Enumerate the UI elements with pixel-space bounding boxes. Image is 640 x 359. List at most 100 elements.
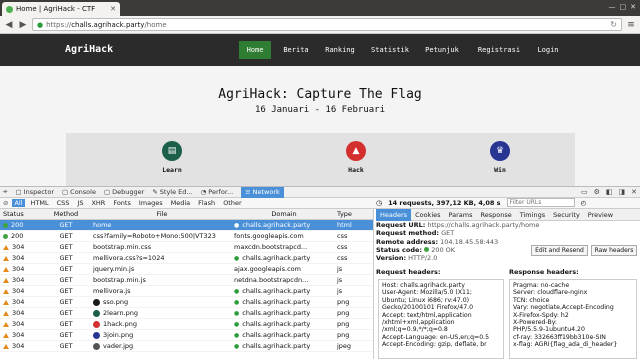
site-logo[interactable]: AgriHack xyxy=(65,44,113,55)
close-tab-icon[interactable]: ✕ xyxy=(110,5,116,13)
column-type[interactable]: Type xyxy=(334,210,372,218)
settings-icon[interactable]: ⚙ xyxy=(594,188,600,196)
status-cached-icon xyxy=(3,266,9,272)
minimize-icon[interactable]: — xyxy=(609,3,616,11)
status-value: 304 xyxy=(12,243,25,251)
clear-icon[interactable]: ⊘ xyxy=(3,199,8,207)
table-row[interactable]: 304 GET bootstrap.min.js netdna.bootstrapcd… xyxy=(0,275,373,286)
table-row[interactable]: 304 GET vader.jpg ● challs.agrihack.party jpe… xyxy=(0,341,373,352)
tab-style-editor[interactable]: ✎ Style Ed... xyxy=(152,188,192,196)
table-row[interactable]: 304 GET 3join.png ● challs.agrihack.party png xyxy=(0,330,373,341)
forward-icon[interactable]: ▶ xyxy=(18,20,28,30)
filter-css[interactable]: CSS xyxy=(55,199,72,207)
pick-element-icon[interactable]: ⌖ xyxy=(3,187,8,197)
filter-images[interactable]: Images xyxy=(137,199,165,207)
hamburger-menu-icon[interactable]: ≡ xyxy=(626,20,636,30)
status-cached-icon xyxy=(3,277,9,283)
maximize-icon[interactable]: □ xyxy=(620,3,627,11)
lock-icon: ● xyxy=(37,20,44,29)
column-domain[interactable]: Domain xyxy=(231,210,334,218)
status-cached-icon xyxy=(3,288,9,294)
dock-icon[interactable]: ◧ xyxy=(606,188,613,196)
status-value: 304 xyxy=(12,254,25,262)
table-row[interactable]: 304 GET bootstrap.min.css maxcdn.bootstrapc… xyxy=(0,242,373,253)
url-prefix: https:// xyxy=(46,20,72,29)
nav-statistik[interactable]: Statistik xyxy=(368,41,412,59)
nav-ranking[interactable]: Ranking xyxy=(321,41,359,59)
tab-performance[interactable]: ◔ Perfor... xyxy=(201,188,234,196)
domain-value: maxcdn.bootstrapcd... xyxy=(234,243,308,251)
feature-hack[interactable]: ▲ Hack xyxy=(336,141,376,174)
tab-security[interactable]: Security xyxy=(549,209,584,221)
stopwatch-icon[interactable]: ◴ xyxy=(581,199,587,207)
feature-learn[interactable]: ▤ Learn xyxy=(152,141,192,174)
table-row[interactable]: 304 GET mellivora.css?s=1024 ● challs.agriha… xyxy=(0,253,373,264)
domain-value: challs.agrihack.party xyxy=(242,221,311,229)
close-window-icon[interactable]: ✕ xyxy=(630,3,636,11)
browser-tab[interactable]: Home | AgriHack - CTF ✕ xyxy=(2,2,120,16)
tab-debugger[interactable]: ▢ Debugger xyxy=(104,188,144,196)
filter-all[interactable]: All xyxy=(12,199,25,207)
status-cell: 304 xyxy=(0,331,45,339)
filter-fonts[interactable]: Fonts xyxy=(111,199,133,207)
status-cached-icon xyxy=(3,244,9,250)
filter-html[interactable]: HTML xyxy=(29,199,51,207)
table-row[interactable]: 304 GET sso.png ● challs.agrihack.party png xyxy=(0,297,373,308)
nav-berita[interactable]: Berita xyxy=(280,41,312,59)
close-devtools-icon[interactable]: ✕ xyxy=(631,188,637,196)
file-value: mellivora.css?s=1024 xyxy=(93,254,165,262)
tab-headers[interactable]: Headers xyxy=(376,208,412,221)
type-cell: css xyxy=(337,243,348,251)
table-row[interactable]: 304 GET mellivora.js ● challs.agrihack.party… xyxy=(0,286,373,297)
split-console-icon[interactable]: ▭ xyxy=(581,188,588,196)
file-value: bootstrap.min.css xyxy=(93,243,152,251)
filter-xhr[interactable]: XHR xyxy=(89,199,107,207)
tab-label: Style Ed... xyxy=(159,188,193,196)
status-value: 200 xyxy=(11,221,24,229)
filter-urls-input[interactable] xyxy=(506,198,575,207)
performance-icon: ◔ xyxy=(200,188,207,196)
nav-login[interactable]: Login xyxy=(534,41,562,59)
status-cached-icon xyxy=(3,343,9,349)
tab-network[interactable]: ≡ Network xyxy=(241,186,284,198)
tab-cookies[interactable]: Cookies xyxy=(411,209,444,221)
debugger-icon: ▢ xyxy=(103,188,111,196)
domain-cell: ● challs.agrihack.party xyxy=(231,254,334,262)
tab-preview[interactable]: Preview xyxy=(584,209,617,221)
table-row[interactable]: 200 GET home ● challs.agrihack.party html xyxy=(0,220,373,231)
nav-petunjuk[interactable]: Petunjuk xyxy=(421,41,463,59)
tab-console[interactable]: ▢ Console xyxy=(62,188,96,196)
nav-registrasi[interactable]: Registrasi xyxy=(472,41,526,59)
feature-win[interactable]: ♛ Win xyxy=(480,141,520,174)
file-cell: sso.png xyxy=(87,298,231,306)
request-headers-box: Host: challs.agrihack.party User-Agent: … xyxy=(378,279,504,359)
domain-cell: ● challs.agrihack.party xyxy=(231,309,334,317)
table-row[interactable]: 304 GET 1hack.png ● challs.agrihack.party png xyxy=(0,319,373,330)
raw-headers-button[interactable]: Raw headers xyxy=(591,245,637,256)
tab-timings[interactable]: Timings xyxy=(516,209,549,221)
column-file[interactable]: File xyxy=(87,210,231,218)
address-bar[interactable]: ● https://challs.agrihack.party/home ↻ xyxy=(32,18,622,31)
request-method-value: GET xyxy=(441,229,455,238)
filter-flash[interactable]: Flash xyxy=(196,199,217,207)
filter-js[interactable]: JS xyxy=(75,199,85,207)
undock-icon[interactable]: ◨ xyxy=(619,188,626,196)
tab-params[interactable]: Params xyxy=(445,209,477,221)
table-row[interactable]: 200 GET css?family=Roboto+Mono:500|VT323 fo… xyxy=(0,231,373,242)
domain-cell: ● challs.agrihack.party xyxy=(231,298,334,306)
method-cell: GET xyxy=(59,331,73,339)
tab-response[interactable]: Response xyxy=(477,209,516,221)
back-icon[interactable]: ◀ xyxy=(4,20,14,30)
domain-value: fonts.googleapis.com xyxy=(234,232,304,240)
column-method[interactable]: Method xyxy=(45,210,87,218)
version-value: HTTP/2.0 xyxy=(408,254,438,263)
table-row[interactable]: 304 GET jquery.min.js ajax.googleapis.com js xyxy=(0,264,373,275)
filter-media[interactable]: Media xyxy=(169,199,193,207)
table-row[interactable]: 304 GET 2learn.png ● challs.agrihack.party pn… xyxy=(0,308,373,319)
filter-other[interactable]: Other xyxy=(221,199,243,207)
tab-inspector[interactable]: ▢ Inspector xyxy=(16,188,54,196)
edit-resend-button[interactable]: Edit and Resend xyxy=(531,245,588,256)
reload-icon[interactable]: ↻ xyxy=(610,20,617,29)
nav-home[interactable]: Home xyxy=(239,41,271,59)
column-status[interactable]: Status xyxy=(0,210,45,218)
